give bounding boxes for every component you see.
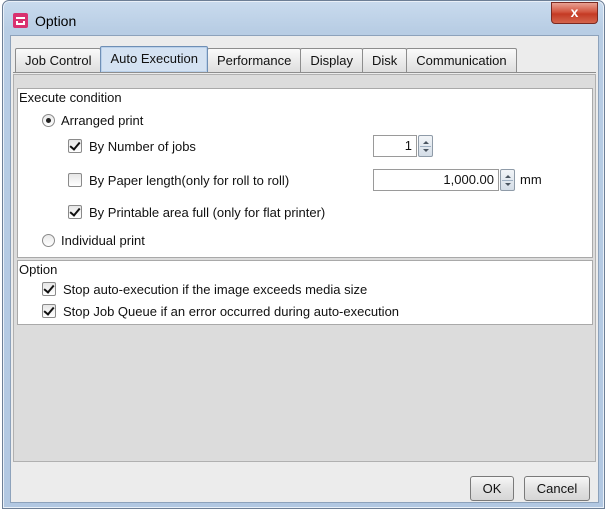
close-button[interactable]: x [551, 2, 598, 24]
paper-length-spinner[interactable]: 1,000.00 [373, 169, 515, 191]
stop-job-queue-checkbox[interactable]: Stop Job Queue if an error occurred duri… [42, 301, 399, 321]
paper-length-input[interactable]: 1,000.00 [373, 169, 499, 191]
by-printable-area-label: By Printable area full (only for flat pr… [89, 204, 326, 220]
checkbox-checked-icon[interactable] [42, 304, 56, 318]
title-bar[interactable]: Option x [3, 1, 604, 35]
by-paper-length-checkbox[interactable]: By Paper length(only for roll to roll) [68, 170, 289, 190]
tab-bar: Job Control Auto Execution Performance D… [15, 45, 517, 72]
tab-job-control[interactable]: Job Control [15, 48, 102, 72]
by-number-of-jobs-checkbox[interactable]: By Number of jobs [68, 136, 196, 156]
tab-divider [13, 72, 596, 73]
execute-condition-title: Execute condition [19, 90, 122, 105]
spinner-arrows-icon[interactable] [418, 135, 433, 157]
by-paper-length-label: By Paper length(only for roll to roll) [89, 172, 290, 188]
ok-button[interactable]: OK [470, 476, 514, 501]
arranged-print-label: Arranged print [61, 112, 144, 128]
tab-auto-execution[interactable]: Auto Execution [100, 46, 208, 72]
tab-performance[interactable]: Performance [206, 48, 302, 72]
tab-disk[interactable]: Disk [361, 48, 408, 72]
cancel-button[interactable]: Cancel [524, 476, 590, 501]
paper-length-unit: mm [520, 172, 542, 187]
auto-execution-panel: Execute condition Arranged print By Numb… [13, 74, 596, 462]
window-title: Option [35, 13, 77, 29]
tab-display[interactable]: Display [300, 48, 363, 72]
tab-communication[interactable]: Communication [406, 48, 517, 72]
checkbox-unchecked-icon[interactable] [68, 173, 82, 187]
dialog-client-area: Job Control Auto Execution Performance D… [10, 35, 599, 503]
checkbox-checked-icon[interactable] [68, 205, 82, 219]
by-number-of-jobs-label: By Number of jobs [89, 138, 196, 154]
number-of-jobs-spinner[interactable]: 1 [373, 135, 433, 157]
individual-print-label: Individual print [61, 232, 145, 248]
radio-selected-icon[interactable] [42, 113, 55, 127]
spinner-arrows-icon[interactable] [500, 169, 515, 191]
option-title: Option [19, 262, 58, 277]
option-group: Option Stop auto-execution if the image … [17, 260, 593, 325]
number-of-jobs-input[interactable]: 1 [373, 135, 417, 157]
stop-auto-execution-checkbox[interactable]: Stop auto-execution if the image exceeds… [42, 279, 367, 299]
execute-condition-group: Execute condition Arranged print By Numb… [17, 88, 593, 258]
radio-unselected-icon[interactable] [42, 233, 55, 247]
stop-auto-execution-label: Stop auto-execution if the image exceeds… [63, 281, 368, 297]
checkbox-checked-icon[interactable] [68, 139, 82, 153]
stop-job-queue-label: Stop Job Queue if an error occurred duri… [63, 303, 400, 319]
app-icon [13, 13, 28, 28]
arranged-print-radio[interactable]: Arranged print [42, 110, 143, 130]
individual-print-radio[interactable]: Individual print [42, 230, 145, 250]
checkbox-checked-icon[interactable] [42, 282, 56, 296]
by-printable-area-checkbox[interactable]: By Printable area full (only for flat pr… [68, 202, 325, 222]
option-dialog: Option x Job Control Auto Execution Perf… [2, 0, 605, 509]
